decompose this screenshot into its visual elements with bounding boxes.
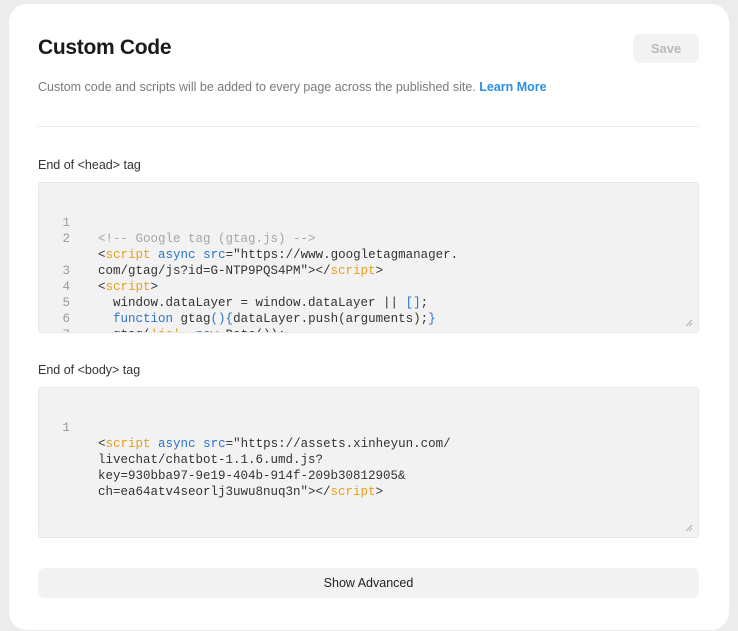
- code-line: key=930bba97-9e19-404b-914f-209b30812905…: [39, 436, 698, 483]
- body-tag-label: End of <body> tag: [38, 363, 141, 377]
- code-line: 5 function gtag(){dataLayer.push(argumen…: [39, 279, 698, 326]
- description: Custom code and scripts will be added to…: [38, 80, 547, 94]
- body-code-editor[interactable]: 1 <script async src="https://assets.xinh…: [38, 387, 699, 538]
- code-line: 6 gtag('js', new Date());: [39, 295, 698, 332]
- resize-handle-icon[interactable]: [685, 524, 693, 532]
- head-code-editor[interactable]: 1 <!-- Google tag (gtag.js) --> 2 <scrip…: [38, 182, 699, 333]
- learn-more-link[interactable]: Learn More: [479, 80, 546, 94]
- resize-handle-icon[interactable]: [685, 319, 693, 327]
- code-line: 7: [39, 311, 698, 332]
- custom-code-panel: Custom Code Save Custom code and scripts…: [9, 4, 729, 630]
- divider: [38, 126, 699, 127]
- code-text: key=930bba97-9e19-404b-914f-209b30812905…: [98, 469, 406, 483]
- code-line: 2 <script async src="https://www.googlet…: [39, 215, 698, 262]
- code-line: gtag('config', 'G-NTP9PQS4PM');: [39, 327, 698, 332]
- show-advanced-button[interactable]: Show Advanced: [38, 568, 699, 598]
- page-title: Custom Code: [38, 36, 172, 59]
- head-code-lines: 1 <!-- Google tag (gtag.js) --> 2 <scrip…: [39, 199, 698, 332]
- head-tag-label: End of <head> tag: [38, 158, 141, 172]
- code-line: ch=ea64atv4seorlj3uwu8nuq3n"></script>: [39, 452, 698, 499]
- code-line: livechat/chatbot-1.1.6.umd.js?: [39, 420, 698, 467]
- code-line: com/gtag/js?id=G-NTP9PQS4PM"></script>: [39, 231, 698, 278]
- code-line: 3 <script>: [39, 247, 698, 294]
- code-line: 1 <script async src="https://assets.xinh…: [39, 404, 698, 451]
- code-line: 1 <!-- Google tag (gtag.js) -->: [39, 199, 698, 246]
- code-text: ch=ea64atv4seorlj3uwu8nuq3n"></script>: [98, 485, 384, 499]
- body-code-lines: 1 <script async src="https://assets.xinh…: [39, 404, 698, 499]
- code-line: 4 window.dataLayer = window.dataLayer ||…: [39, 263, 698, 310]
- description-text: Custom code and scripts will be added to…: [38, 80, 476, 94]
- save-button[interactable]: Save: [633, 34, 699, 63]
